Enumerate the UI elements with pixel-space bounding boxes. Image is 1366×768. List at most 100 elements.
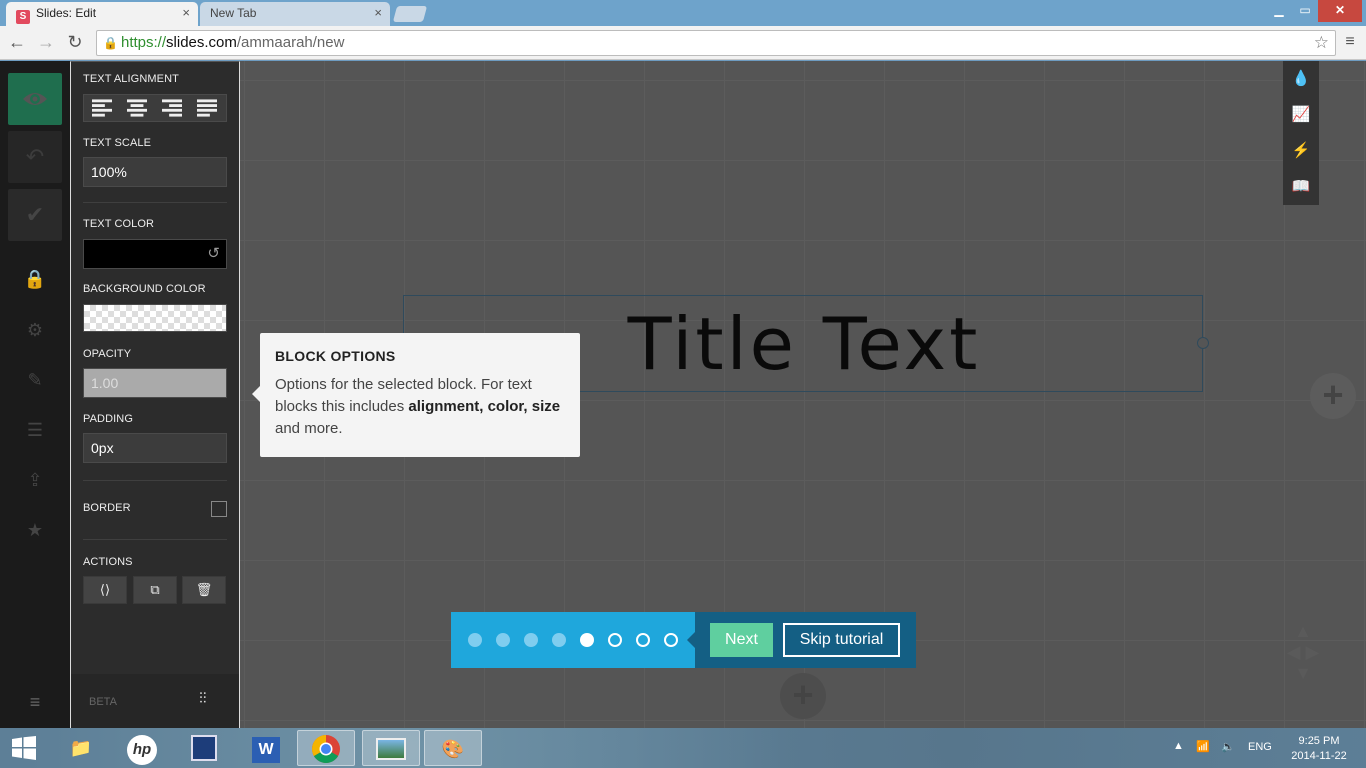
window-maximize-button[interactable]: ▭ — [1292, 0, 1318, 22]
text-alignment-label: TEXT ALIGNMENT — [83, 73, 179, 85]
chrome-icon[interactable] — [297, 730, 355, 766]
delete-button[interactable]: 🗑 — [182, 576, 226, 604]
tutorial-step-dot[interactable] — [524, 633, 538, 647]
preview-button[interactable] — [8, 73, 62, 125]
align-center-icon[interactable] — [127, 99, 147, 117]
tutorial-step-dot[interactable] — [580, 633, 594, 647]
background-color-label: BACKGROUND COLOR — [83, 283, 206, 295]
align-left-icon[interactable] — [92, 99, 112, 117]
browser-toolbar: ← → ↻ 🔒 https://slides.com/ammaarah/new … — [0, 26, 1366, 60]
edit-html-button[interactable]: ⟨⟩ — [83, 576, 127, 604]
text-scale-label: TEXT SCALE — [83, 137, 152, 149]
sliders-icon[interactable]: ⫶⫶ — [199, 690, 207, 707]
save-button[interactable]: ✔ — [8, 189, 62, 241]
photo-viewer-icon[interactable] — [362, 730, 420, 766]
clock-date: 2014-11-22 — [1291, 750, 1347, 762]
menu-icon[interactable]: ≡ — [20, 687, 50, 717]
show-hidden-icons-icon[interactable]: ▲ — [1173, 740, 1184, 752]
brush-icon[interactable]: ✎ — [20, 365, 50, 395]
check-icon: ✔ — [25, 202, 45, 227]
tooltip-title: BLOCK OPTIONS — [275, 348, 396, 364]
reload-icon[interactable]: ↻ — [63, 31, 87, 55]
duplicate-button[interactable]: ⧉ — [133, 576, 177, 604]
tooltip-text: and more. — [275, 420, 343, 437]
clock[interactable]: 9:25 PM 2014-11-22 — [1284, 734, 1354, 764]
file-explorer-icon[interactable]: 📁 — [52, 730, 110, 766]
slide-navigation-arrows[interactable]: ▲ ◀ ▶ ▼ — [1268, 621, 1338, 701]
windows-taskbar: 📁 hp W 🎨 ▲ 📶 🔈 ENG 9:25 PM 2014-11-22 — [0, 728, 1366, 768]
panel-divider — [83, 539, 227, 540]
tutorial-tooltip: BLOCK OPTIONS Options for the selected b… — [252, 333, 580, 457]
windows-logo-icon — [12, 736, 36, 760]
border-label: BORDER — [83, 502, 131, 514]
code-file-icon: ⟨⟩ — [99, 582, 111, 597]
tab-new-tab[interactable]: New Tab × — [200, 2, 390, 26]
panel-divider — [83, 480, 227, 481]
windows-start-button[interactable] — [6, 734, 42, 762]
panel-footer: BETA ⫶⫶ — [71, 674, 239, 728]
tutorial-step-dot[interactable] — [552, 633, 566, 647]
forward-arrow-icon[interactable]: → — [34, 31, 58, 55]
window-minimize-button[interactable]: ▁ — [1266, 0, 1292, 22]
url-path: /ammaarah/new — [236, 34, 345, 51]
tutorial-step-dot[interactable] — [664, 633, 678, 647]
left-rail: ↶ ✔ 🔒 ⚙ ✎ ☰ ⇪ ★ ≡ — [0, 61, 70, 728]
network-icon[interactable]: 📶 — [1196, 740, 1210, 753]
language-indicator[interactable]: ENG — [1248, 741, 1272, 753]
back-arrow-icon[interactable]: ← — [5, 31, 29, 55]
paint-icon[interactable]: 🎨 — [424, 730, 482, 766]
opacity-input[interactable]: 1.00 — [83, 368, 227, 398]
padding-input[interactable]: 0px — [83, 433, 227, 463]
chrome-logo-icon — [312, 735, 340, 763]
chart-icon[interactable]: 📈 — [1283, 97, 1319, 133]
skip-tutorial-button[interactable]: Skip tutorial — [783, 623, 900, 657]
book-icon[interactable]: 📖 — [1283, 169, 1319, 205]
url-host: slides.com — [166, 34, 237, 51]
align-right-icon[interactable] — [162, 99, 182, 117]
right-toolbar: 💧 📈 ⚡ 📖 — [1283, 61, 1319, 205]
tutorial-step-dot[interactable] — [636, 633, 650, 647]
settings-icon[interactable]: ⚙ — [20, 315, 50, 345]
align-justify-icon[interactable] — [197, 99, 217, 117]
opacity-label: OPACITY — [83, 348, 132, 360]
lock-icon: 🔒 — [103, 36, 118, 50]
tab-title: Slides: Edit — [36, 6, 97, 20]
beta-label: BETA — [89, 696, 117, 708]
star-icon[interactable]: ★ — [20, 515, 50, 545]
background-color-swatch[interactable] — [83, 304, 227, 332]
tutorial-step-dot[interactable] — [496, 633, 510, 647]
lightning-icon[interactable]: ⚡ — [1283, 133, 1319, 169]
app-icon[interactable] — [175, 730, 233, 766]
hp-icon[interactable]: hp — [113, 730, 171, 766]
tutorial-step-dot[interactable] — [468, 633, 482, 647]
text-scale-input[interactable]: 100% — [83, 157, 227, 187]
window-close-button[interactable]: ✕ — [1318, 0, 1362, 22]
tooltip-body: Options for the selected block. For text… — [275, 374, 565, 440]
address-bar[interactable]: 🔒 https://slides.com/ammaarah/new ☆ — [96, 30, 1336, 56]
import-icon[interactable]: ⇪ — [20, 465, 50, 495]
new-tab-button[interactable] — [392, 6, 428, 22]
slides-editor: ↶ ✔ 🔒 ⚙ ✎ ☰ ⇪ ★ ≡ TEXT ALIGNMENT TEXT SC… — [0, 61, 1366, 728]
tutorial-step-dot[interactable] — [608, 633, 622, 647]
reset-color-icon[interactable]: ↺ — [207, 244, 220, 262]
undo-button[interactable]: ↶ — [8, 131, 62, 183]
block-resize-handle[interactable] — [1197, 337, 1209, 349]
word-icon[interactable]: W — [237, 730, 295, 766]
browser-menu-icon[interactable]: ≡ — [1340, 31, 1360, 55]
volume-icon[interactable]: 🔈 — [1221, 740, 1235, 753]
next-button[interactable]: Next — [710, 623, 773, 657]
lock-icon[interactable]: 🔒 — [20, 264, 50, 294]
tab-slides-edit[interactable]: S Slides: Edit × — [6, 2, 198, 26]
bookmark-star-icon[interactable]: ☆ — [1314, 31, 1329, 55]
eye-icon — [23, 93, 47, 105]
add-slide-below-button[interactable]: + — [780, 673, 826, 719]
tab-close-icon[interactable]: × — [182, 2, 190, 24]
padding-label: PADDING — [83, 413, 134, 425]
drop-icon[interactable]: 💧 — [1283, 61, 1319, 97]
tab-close-icon[interactable]: × — [374, 2, 382, 24]
undo-icon: ↶ — [25, 144, 45, 169]
border-checkbox[interactable] — [211, 501, 227, 517]
text-color-swatch[interactable]: ↺ — [83, 239, 227, 269]
layers-icon[interactable]: ☰ — [20, 415, 50, 445]
add-slide-right-button[interactable]: + — [1310, 373, 1356, 419]
